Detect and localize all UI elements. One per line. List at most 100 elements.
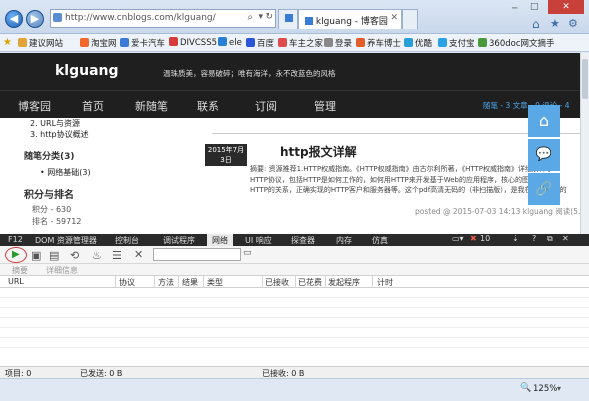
save-icon[interactable]: ▣ <box>31 249 41 262</box>
nav-item[interactable]: 博客园 <box>18 98 51 114</box>
network-request-list[interactable] <box>0 288 589 366</box>
error-icon[interactable]: ✖ <box>470 234 477 243</box>
empty-row <box>0 308 589 318</box>
fav-item[interactable]: 爱卡汽车 <box>120 37 165 49</box>
fav-item[interactable]: 百度 <box>246 37 274 49</box>
tab-emulation[interactable]: 仿真 <box>367 234 393 246</box>
maximize-icon[interactable]: □ <box>530 2 539 12</box>
favorites-star-icon[interactable]: ★ <box>3 37 12 48</box>
col-type[interactable]: 类型 <box>207 277 223 288</box>
filter-list-icon[interactable]: ☰ <box>112 249 122 262</box>
fav-icon <box>478 38 487 47</box>
link-float-icon[interactable]: 🔗 <box>528 173 560 205</box>
active-tab[interactable]: klguang - 博客园 ✕ <box>298 9 402 29</box>
close-window-button[interactable]: ✕ <box>548 0 584 14</box>
tab-memory[interactable]: 内存 <box>331 234 357 246</box>
back-button[interactable]: ◀ <box>5 10 23 28</box>
post-meta: posted @ 2015-07-03 14:13 klguang 阅读(5..… <box>415 207 580 216</box>
col-time-taken[interactable]: 已花费 <box>298 277 322 288</box>
tab-console[interactable]: 控制台 <box>110 234 144 246</box>
inactive-tab[interactable] <box>278 9 298 29</box>
col-initiator[interactable]: 发起程序 <box>328 277 360 288</box>
close-devtools-icon[interactable]: ✕ <box>562 234 569 243</box>
import-icon[interactable]: ▤ <box>49 249 59 262</box>
fav-item[interactable]: 车主之家 <box>278 37 323 49</box>
page-scrollbar[interactable] <box>580 53 589 234</box>
settings-gear-icon[interactable]: ⚙ <box>568 17 578 30</box>
col-url[interactable]: URL <box>8 277 24 286</box>
find-dropdown-icon[interactable]: ▭ <box>243 248 252 258</box>
fav-icon <box>356 38 365 47</box>
dropdown-arrow-icon[interactable]: ▾ <box>258 12 263 22</box>
subtab-details[interactable]: 详细信息 <box>46 265 78 276</box>
fav-label: 车主之家 <box>289 39 324 49</box>
tab-profiler[interactable]: 探查器 <box>286 234 320 246</box>
fav-label: 360doc网文摘手 <box>489 39 555 49</box>
fav-label: 建议网站 <box>29 39 64 49</box>
network-column-header: URL 协议 方法 结果 类型 已接收 已花费 发起程序 计时 <box>0 276 589 288</box>
col-protocol[interactable]: 协议 <box>119 277 135 288</box>
tab-debugger[interactable]: 调试程序 <box>158 234 200 246</box>
empty-row <box>0 338 589 348</box>
address-bar[interactable]: http://www.cnblogs.com/klguang/ ⌕ ▾ ↻ <box>50 9 276 28</box>
dock-icon[interactable]: ⧉ <box>547 234 553 244</box>
close-tab-icon[interactable]: ✕ <box>390 13 398 23</box>
post-title[interactable]: http报文详解 <box>280 143 357 160</box>
nav-item[interactable]: 管理 <box>314 98 336 114</box>
fav-item[interactable]: 养车博士 <box>356 37 401 49</box>
fav-item[interactable]: 优酷 <box>404 37 432 49</box>
fav-item[interactable]: DIVCSS5 <box>169 37 217 48</box>
col-method[interactable]: 方法 <box>158 277 174 288</box>
address-url: http://www.cnblogs.com/klguang/ <box>65 13 216 23</box>
tab-dom-explorer[interactable]: DOM 资源管理器 <box>30 234 102 246</box>
sidebar-link[interactable]: 2. URL与资源 <box>30 118 80 129</box>
help-icon[interactable]: ? <box>532 234 536 243</box>
refresh-icon[interactable]: ↻ <box>265 12 273 22</box>
rank-score: 积分 - 630 <box>32 205 72 214</box>
fav-item[interactable]: 360doc网文摘手 <box>478 37 555 49</box>
col-timings[interactable]: 计时 <box>377 277 393 288</box>
home-float-icon[interactable]: ⌂ <box>528 105 560 137</box>
category-item[interactable]: • 网络基础(3) <box>40 167 91 178</box>
minimize-icon[interactable]: ─ <box>512 4 517 14</box>
fav-item[interactable]: 淘宝网 <box>80 37 117 49</box>
find-input[interactable] <box>153 248 241 261</box>
nav-item[interactable]: 新随笔 <box>135 98 168 114</box>
subtab-summary[interactable]: 摘要 <box>12 265 28 276</box>
site-brand[interactable]: klguang <box>55 63 119 79</box>
col-received[interactable]: 已接收 <box>265 277 289 288</box>
start-profiling-button[interactable]: ▶ <box>5 247 27 263</box>
devtools-tabbar: F12 DOM 资源管理器 控制台 调试程序 网络 UI 响应 探查器 内存 仿… <box>0 234 589 246</box>
fav-icon <box>278 38 287 47</box>
home-icon[interactable]: ⌂ <box>532 17 540 31</box>
comment-float-icon[interactable]: 💬 <box>528 139 560 171</box>
fav-item[interactable]: ele <box>218 37 242 48</box>
scroll-thumb[interactable] <box>582 59 588 99</box>
tab-ui-responsiveness[interactable]: UI 响应 <box>240 234 277 246</box>
clear-entries-icon[interactable]: ✕ <box>134 248 143 261</box>
fav-label: 优酷 <box>415 39 433 49</box>
new-tab-button[interactable] <box>402 9 418 29</box>
fav-item[interactable]: 支付宝 <box>438 37 475 49</box>
clear-cache-icon[interactable]: ♨ <box>92 249 102 262</box>
nav-item[interactable]: 联系 <box>197 98 219 114</box>
tab-network[interactable]: 网络 <box>207 234 233 246</box>
nav-item[interactable]: 首页 <box>82 98 104 114</box>
fav-label: DIVCSS5 <box>180 38 218 48</box>
favorites-star-icon[interactable]: ★ <box>550 17 560 30</box>
fav-label: 养车博士 <box>367 39 402 49</box>
sidebar-link[interactable]: 3. http协议概述 <box>30 129 89 140</box>
unpin-icon[interactable]: ⇣ <box>512 234 519 243</box>
fav-label: 淘宝网 <box>91 39 117 49</box>
nav-item[interactable]: 订阅 <box>255 98 277 114</box>
forward-button[interactable]: ▶ <box>26 10 44 28</box>
fav-item[interactable]: 建议网站 <box>18 37 63 49</box>
zoom-icon[interactable]: 🔍 <box>520 383 531 393</box>
monitor-icon[interactable]: ▭▾ <box>452 234 464 243</box>
fav-item[interactable]: 登录 <box>324 37 352 49</box>
clear-session-icon[interactable]: ⟲ <box>70 249 79 262</box>
search-icon[interactable]: ⌕ <box>247 12 253 23</box>
col-result[interactable]: 结果 <box>182 277 198 288</box>
zoom-level[interactable]: 125% <box>533 384 557 394</box>
zoom-dropdown-icon[interactable]: ▾ <box>557 384 561 393</box>
